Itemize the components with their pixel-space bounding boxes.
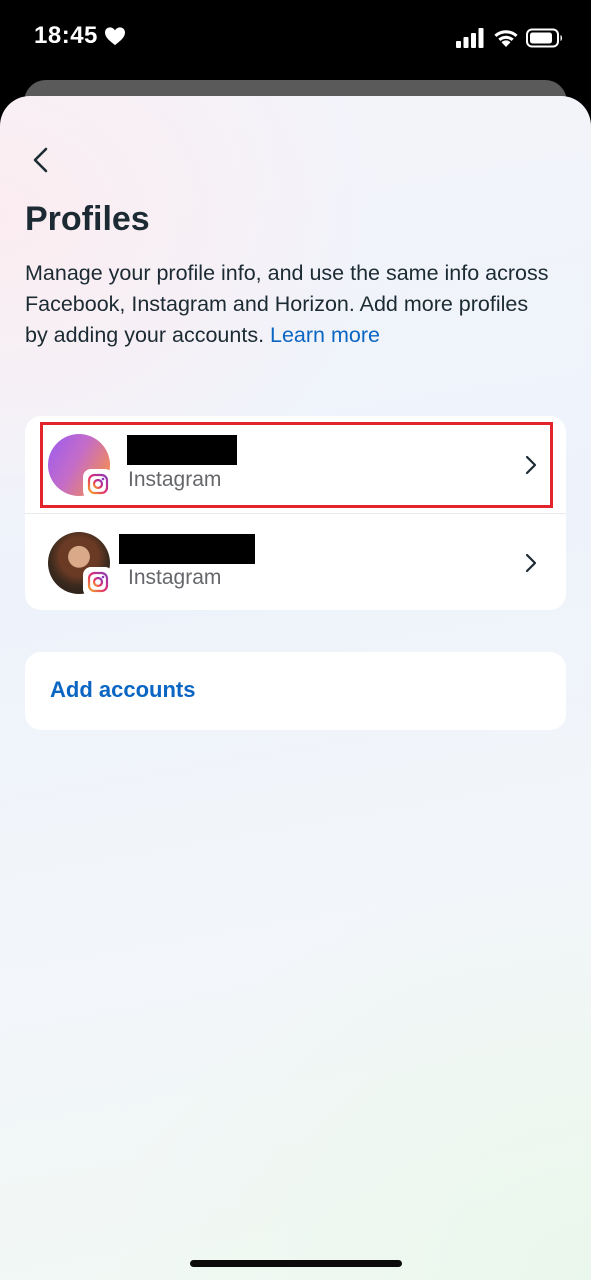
instagram-icon [83,567,113,597]
signal-icon [456,28,484,48]
redacted-profile-name [127,435,237,465]
page-title: Profiles [25,200,150,238]
profile-row[interactable]: Instagram [25,513,566,610]
selection-highlight [40,422,553,508]
add-accounts-label: Add accounts [50,677,196,702]
chevron-left-icon [33,147,48,173]
profile-row[interactable]: Instagram [25,416,566,513]
profile-platform: Instagram [128,566,222,589]
add-accounts-button[interactable]: Add accounts [25,652,566,730]
learn-more-link[interactable]: Learn more [270,323,380,347]
heart-icon [105,27,125,46]
wifi-icon [494,30,518,47]
profile-platform: Instagram [128,468,222,491]
status-bar: 18:45 [0,0,591,80]
profiles-list: Instagram Instagram [25,416,566,610]
home-indicator[interactable] [190,1260,402,1267]
chevron-right-icon [525,553,537,573]
profiles-sheet: Profiles Manage your profile info, and u… [0,96,591,1280]
instagram-icon [83,469,113,499]
status-time: 18:45 [34,22,98,49]
chevron-right-icon [525,455,537,475]
battery-icon [526,28,562,48]
back-button[interactable] [22,142,58,178]
page-description: Manage your profile info, and use the sa… [25,258,555,351]
redacted-profile-name [119,534,255,564]
